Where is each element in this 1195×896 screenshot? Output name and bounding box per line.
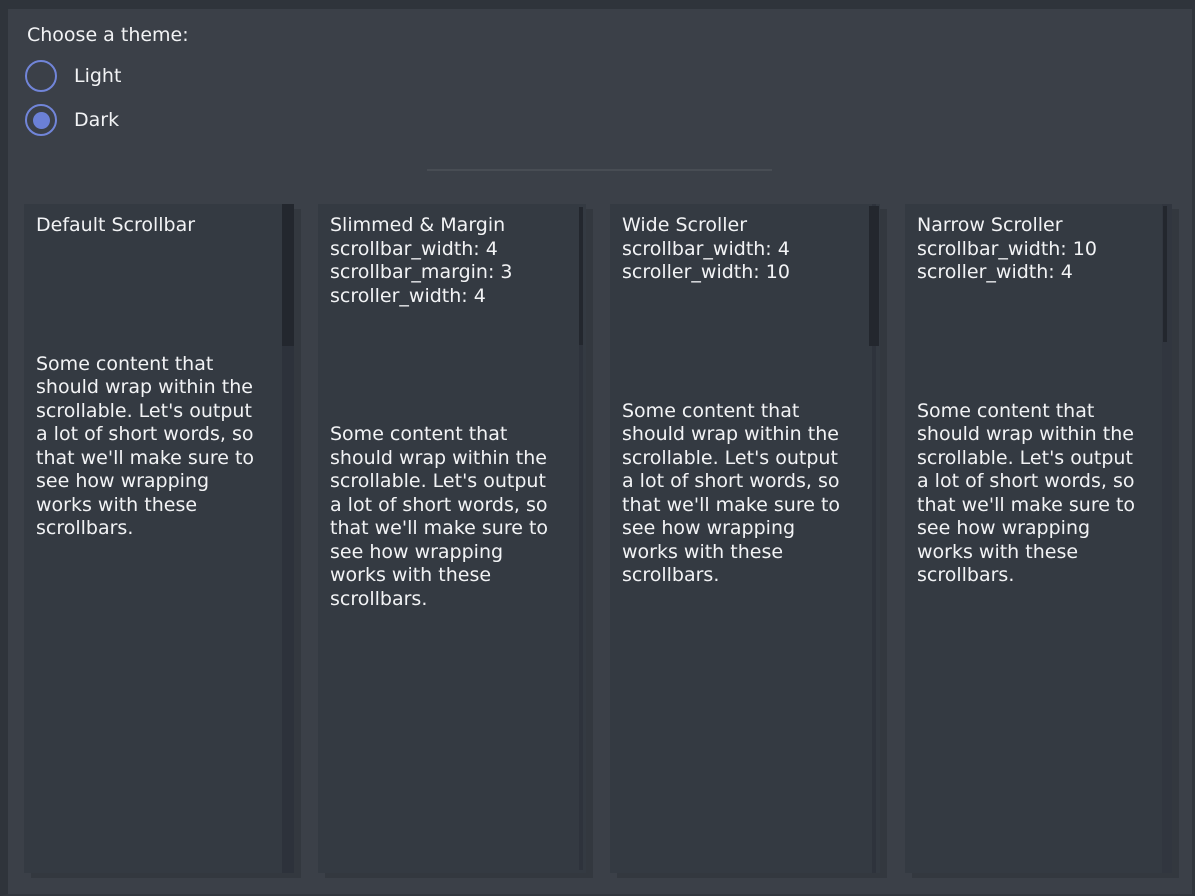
radio-option-light[interactable]: Light [25,60,121,92]
panel-title: Wide Scroller [622,214,868,238]
panel-content: Wide Scroller scrollbar_width: 4 scrolle… [610,204,880,598]
theme-chooser-label: Choose a theme: [27,24,189,48]
panel-body: Some content that should wrap within the… [622,400,868,588]
panel-content: Narrow Scroller scrollbar_width: 10 scro… [905,204,1172,598]
panel-content: Default Scrollbar Some content that shou… [24,204,294,551]
scrollbar-thumb[interactable] [579,207,583,345]
panel-body: Some content that should wrap within the… [36,353,282,541]
panel-title: Default Scrollbar [36,214,282,238]
scroll-panel-slimmed-margin[interactable]: Slimmed & Margin scrollbar_width: 4 scro… [318,204,586,873]
app-root: Choose a theme: Light Dark Default Scrol… [0,0,1195,896]
scrollbar-thumb[interactable] [1163,206,1167,342]
panel-title: Slimmed & Margin [330,214,574,238]
scroll-panel-wide-scroller[interactable]: Wide Scroller scrollbar_width: 4 scrolle… [610,204,880,873]
panel-config: scrollbar_width: 10 scroller_width: 4 [917,238,1160,285]
radio-label-light[interactable]: Light [74,65,121,87]
panel-content: Slimmed & Margin scrollbar_width: 4 scro… [318,204,586,621]
radio-label-dark[interactable]: Dark [74,109,119,131]
panel-body: Some content that should wrap within the… [330,423,574,611]
panel-title: Narrow Scroller [917,214,1160,238]
radio-button-icon[interactable] [25,60,57,92]
panel-body: Some content that should wrap within the… [917,400,1160,588]
section-divider [427,169,772,171]
panel-config: scrollbar_width: 4 scroller_width: 10 [622,238,868,285]
radio-button-icon[interactable] [25,104,57,136]
radio-selected-dot-icon [33,112,50,129]
scrollbar-thumb[interactable] [869,206,879,346]
scroll-panel-default[interactable]: Default Scrollbar Some content that shou… [24,204,294,873]
radio-option-dark[interactable]: Dark [25,104,119,136]
panel-config: scrollbar_width: 4 scrollbar_margin: 3 s… [330,238,574,309]
scroll-panel-narrow-scroller[interactable]: Narrow Scroller scrollbar_width: 10 scro… [905,204,1172,873]
scrollbar-thumb[interactable] [282,204,294,346]
